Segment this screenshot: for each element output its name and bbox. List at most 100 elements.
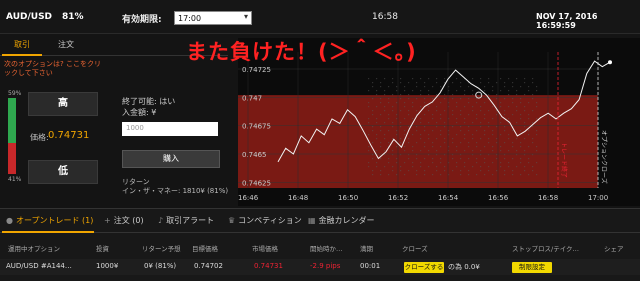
- map-dot: [440, 86, 442, 88]
- map-dot: [500, 150, 502, 152]
- map-dot: [500, 102, 502, 104]
- map-dot: [392, 170, 394, 172]
- asset-pair[interactable]: AUD/USD: [6, 12, 52, 22]
- close-trade-button[interactable]: クローズする: [404, 262, 444, 273]
- map-dot: [392, 110, 394, 112]
- map-dot: [468, 170, 470, 172]
- active-bottom-tab-indicator: [2, 231, 94, 233]
- map-dot: [384, 134, 386, 136]
- map-dot: [504, 86, 506, 88]
- map-dot: [472, 110, 474, 112]
- map-dot: [472, 150, 474, 152]
- map-dot: [432, 130, 434, 132]
- map-dot: [388, 102, 390, 104]
- high-button[interactable]: 高: [28, 92, 98, 116]
- map-dot: [480, 110, 482, 112]
- map-dot: [504, 98, 506, 100]
- map-dot: [368, 102, 370, 104]
- amount-input[interactable]: 1000: [122, 122, 218, 136]
- map-dot: [404, 90, 406, 92]
- map-dot: [416, 110, 418, 112]
- map-dot: [388, 98, 390, 100]
- map-dot: [460, 130, 462, 132]
- map-dot: [512, 158, 514, 160]
- map-dot: [520, 158, 522, 160]
- map-dot: [408, 82, 410, 84]
- map-dot: [368, 90, 370, 92]
- map-dot: [388, 158, 390, 160]
- buy-button[interactable]: 購入: [122, 150, 220, 168]
- tab-orders[interactable]: 注文: [58, 39, 74, 50]
- map-dot: [452, 170, 454, 172]
- row-expiry: 00:01: [360, 262, 381, 270]
- map-dot: [508, 78, 510, 80]
- map-dot: [528, 134, 530, 136]
- map-dot: [476, 146, 478, 148]
- map-dot: [392, 126, 394, 128]
- map-dot: [524, 126, 526, 128]
- trader-sentiment-meter: [8, 98, 16, 174]
- map-dot: [532, 166, 534, 168]
- map-dot: [460, 86, 462, 88]
- map-dot: [444, 122, 446, 124]
- map-dot: [472, 90, 474, 92]
- map-dot: [476, 174, 478, 176]
- map-dot: [488, 126, 490, 128]
- map-dot: [420, 138, 422, 140]
- map-dot: [508, 106, 510, 108]
- col-expected: リターン予想: [142, 245, 181, 253]
- map-dot: [368, 106, 370, 108]
- map-dot: [460, 82, 462, 84]
- map-dot: [428, 122, 430, 124]
- map-dot: [516, 94, 518, 96]
- map-dot: [460, 174, 462, 176]
- map-dot: [460, 110, 462, 112]
- map-dot: [508, 118, 510, 120]
- map-dot: [428, 110, 430, 112]
- map-dot: [528, 90, 530, 92]
- map-dot: [440, 130, 442, 132]
- expiry-select[interactable]: 17:00 ▾: [174, 11, 252, 25]
- map-dot: [452, 114, 454, 116]
- tab-trade[interactable]: 取引: [14, 39, 30, 50]
- map-dot: [464, 162, 466, 164]
- map-dot: [416, 126, 418, 128]
- map-dot: [404, 106, 406, 108]
- tab-calendar[interactable]: ▦ 金融カレンダー: [308, 215, 375, 226]
- map-dot: [488, 122, 490, 124]
- map-dot: [524, 138, 526, 140]
- map-dot: [436, 94, 438, 96]
- row-close-text: の為 0.0¥: [448, 263, 480, 271]
- map-dot: [412, 106, 414, 108]
- map-dot: [392, 122, 394, 124]
- map-dot: [420, 94, 422, 96]
- map-dot: [396, 130, 398, 132]
- low-button[interactable]: 低: [28, 160, 98, 184]
- map-dot: [476, 102, 478, 104]
- map-dot: [536, 90, 538, 92]
- map-dot: [460, 114, 462, 116]
- map-dot: [384, 110, 386, 112]
- map-dot: [484, 118, 486, 120]
- map-dot: [472, 138, 474, 140]
- map-dot: [424, 158, 426, 160]
- map-dot: [512, 170, 514, 172]
- tab-competition[interactable]: ♛ コンペティション: [228, 215, 302, 226]
- map-dot: [532, 94, 534, 96]
- map-dot: [520, 174, 522, 176]
- map-dot: [440, 134, 442, 136]
- map-dot: [432, 142, 434, 144]
- next-option-link[interactable]: 次のオプションは? ここをクリックして下さい: [4, 60, 104, 78]
- x-tick-label: 16:54: [438, 194, 459, 202]
- option-close-label: オプションクローズ: [600, 130, 608, 184]
- map-dot: [492, 150, 494, 152]
- map-dot: [472, 134, 474, 136]
- tab-orders-bottom[interactable]: + 注文 (0): [104, 215, 144, 226]
- map-dot: [428, 150, 430, 152]
- tab-open-trades[interactable]: ● オープントレード (1): [6, 215, 93, 226]
- dot-icon: ●: [6, 216, 13, 225]
- map-dot: [468, 126, 470, 128]
- limit-settings-button[interactable]: 制限設定: [512, 262, 552, 273]
- tab-trade-alerts[interactable]: ♪ 取引アラート: [158, 215, 214, 226]
- map-dot: [420, 166, 422, 168]
